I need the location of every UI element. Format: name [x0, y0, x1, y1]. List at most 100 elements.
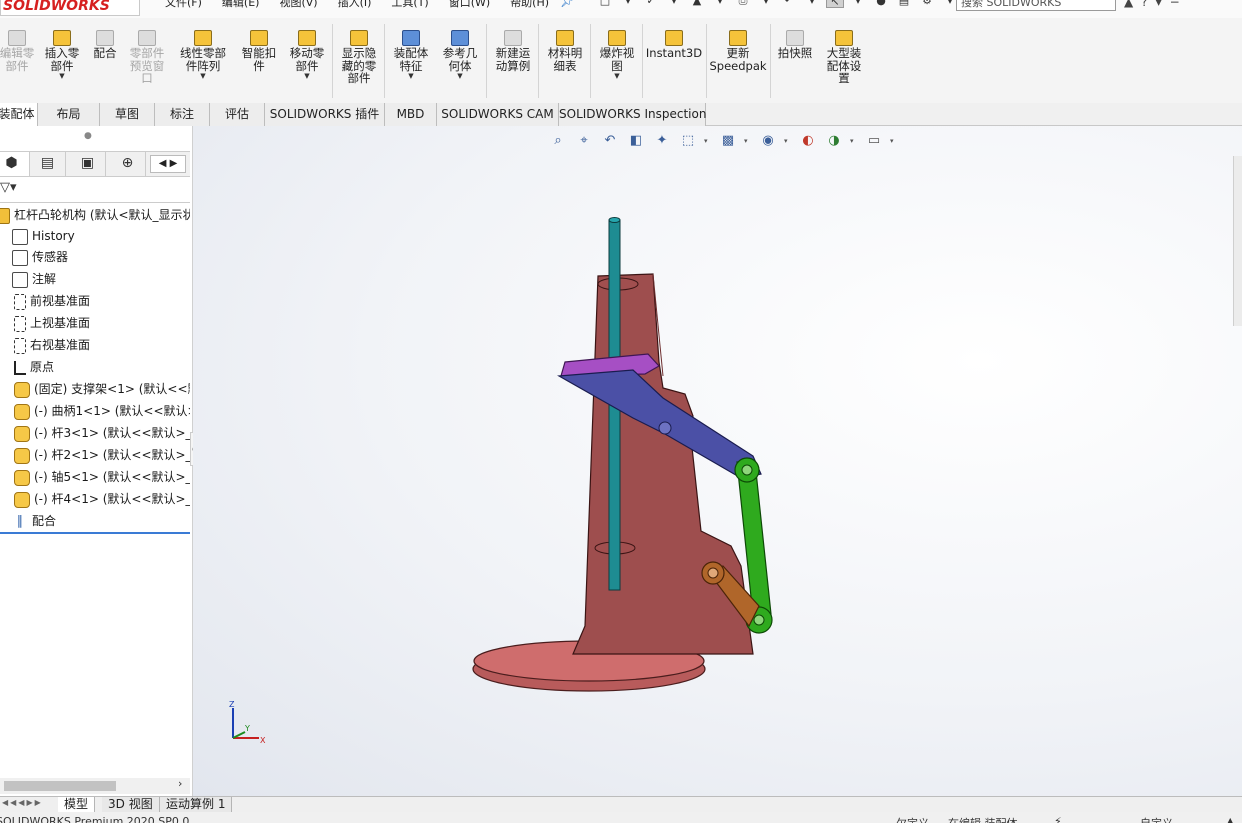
- tab-cam[interactable]: SOLIDWORKS CAM: [437, 103, 559, 126]
- tree-item-top-plane[interactable]: 上视基准面: [14, 312, 190, 334]
- rebuild-check-icon[interactable]: ✓: [642, 0, 660, 8]
- tree-item-component[interactable]: (-) 杆2<1> (默认<<默认>_显示状态 1>): [14, 444, 190, 466]
- linear-pattern-button[interactable]: 线性零部 件阵列 ▼: [172, 18, 234, 103]
- undo-icon[interactable]: ↶: [780, 0, 798, 8]
- show-hidden-components-button[interactable]: 显示隐 藏的零 部件: [336, 18, 382, 103]
- scrollbar-thumb[interactable]: [4, 781, 116, 791]
- status-units[interactable]: 自定义: [1140, 815, 1173, 823]
- menu-view[interactable]: 视图(V): [279, 0, 317, 10]
- assembly-model[interactable]: [193, 126, 1242, 796]
- solidworks-logo[interactable]: SOLIDWORKS: [0, 0, 140, 16]
- caret-down-icon[interactable]: ▼: [436, 72, 484, 81]
- tree-item-history[interactable]: History: [12, 225, 190, 247]
- gear-icon[interactable]: ⚙: [918, 0, 936, 8]
- tab-mbd[interactable]: MBD: [385, 103, 437, 126]
- caret-down-icon[interactable]: ▾: [711, 0, 729, 8]
- tab-sketch[interactable]: 草图: [100, 103, 155, 126]
- minimize-icon[interactable]: −: [1170, 0, 1180, 9]
- caret-down-icon[interactable]: ▾: [619, 0, 637, 8]
- dimxpert-manager-tab[interactable]: ⊕: [110, 152, 146, 176]
- tab-evaluate[interactable]: 评估: [210, 103, 265, 126]
- tree-item-component[interactable]: (固定) 支撑架<1> (默认<<默认>_显示状态 1>): [14, 378, 190, 400]
- options-icon[interactable]: ▲: [1226, 815, 1234, 823]
- tree-item-component[interactable]: (-) 轴5<1> (默认<<默认>_显示状态 1>): [14, 466, 190, 488]
- tab-markup[interactable]: 标注: [155, 103, 210, 126]
- tab-layout[interactable]: 布局: [38, 103, 100, 126]
- caret-down-icon[interactable]: ▼: [172, 72, 234, 81]
- instant3d-button[interactable]: Instant3D: [645, 18, 703, 103]
- tree-item-sensors[interactable]: 传感器: [12, 246, 190, 268]
- caret-down-icon[interactable]: ▾: [803, 0, 821, 8]
- speedpak-icon: [729, 30, 747, 46]
- menu-help[interactable]: 帮助(H): [510, 0, 549, 10]
- property-manager-tab[interactable]: ▤: [30, 152, 66, 176]
- move-component-button[interactable]: 移动零 部件 ▼: [284, 18, 330, 103]
- traffic-light-icon[interactable]: ▲: [688, 0, 706, 8]
- tab-scroll-arrows-icon[interactable]: ◀◀◀▶▶: [2, 798, 43, 807]
- horizontal-scrollbar[interactable]: ›: [0, 777, 190, 794]
- tree-item-component[interactable]: (-) 杆3<1> (默认<<默认>_显示状态 1>): [14, 422, 190, 444]
- edit-part-button[interactable]: 编辑零 部件: [0, 18, 38, 103]
- tab-assembly[interactable]: 装配体: [0, 103, 38, 126]
- part-icon: [14, 403, 30, 420]
- graphics-area[interactable]: ⌕ ⌖ ↶ ◧ ✦ ⬚ ▾ ▩ ▾ ◉ ▾ ◐ ◑ ▾ ▭ ▾ ◧ ◨ − ❐: [193, 126, 1242, 796]
- new-motion-study-button[interactable]: 新建运 动算例: [490, 18, 536, 103]
- caret-down-icon[interactable]: ▾: [757, 0, 775, 8]
- print-icon[interactable]: ⎙: [734, 0, 752, 8]
- new-document-icon[interactable]: □: [596, 0, 614, 8]
- rebuild-icon[interactable]: ⚡: [1054, 815, 1062, 823]
- assembly-features-button[interactable]: 装配体 特征 ▼: [388, 18, 434, 103]
- tree-item-mates[interactable]: ∥ 配合: [12, 510, 190, 532]
- caret-down-icon[interactable]: ▼: [40, 72, 84, 81]
- tree-item-component[interactable]: (-) 曲柄1<1> (默认<<默认>_显示状态 1>): [14, 400, 190, 422]
- title-bar: SOLIDWORKS 文件(F) 编辑(E) 视图(V) 插入(I) 工具(T)…: [0, 0, 1242, 18]
- tree-item-right-plane[interactable]: 右视基准面: [14, 334, 190, 356]
- search-input[interactable]: 搜索 SOLIDWORKS: [956, 0, 1116, 11]
- manager-tab-scroll[interactable]: ◀ ▶: [150, 155, 186, 173]
- tab-motion-study-1[interactable]: 运动算例 1: [160, 797, 233, 813]
- exploded-view-button[interactable]: 爆炸视 图 ▼: [594, 18, 640, 103]
- tree-item-origin[interactable]: 原点: [14, 356, 190, 378]
- tree-item-front-plane[interactable]: 前视基准面: [14, 290, 190, 312]
- paperclip-icon: ∥: [16, 513, 24, 529]
- pin-icon[interactable]: 📌︎: [560, 0, 575, 8]
- large-assembly-settings-button[interactable]: 大型装 配体设 置: [820, 18, 868, 103]
- select-cursor-icon[interactable]: ↖: [826, 0, 844, 8]
- tab-addins[interactable]: SOLIDWORKS 插件: [265, 103, 385, 126]
- caret-down-icon[interactable]: ▼: [388, 72, 434, 81]
- mate-button[interactable]: 配合: [88, 18, 122, 103]
- chevron-right-icon[interactable]: ›: [178, 777, 182, 790]
- configuration-manager-tab[interactable]: ▣: [70, 152, 106, 176]
- bill-of-materials-button[interactable]: 材料明 细表: [542, 18, 588, 103]
- filter-icon[interactable]: ▽▾: [0, 180, 17, 195]
- caret-down-icon[interactable]: ▼: [594, 72, 640, 81]
- caret-down-icon[interactable]: ▾: [1156, 0, 1162, 9]
- panel-handle-icon[interactable]: ●: [84, 131, 92, 141]
- reference-geometry-button[interactable]: 参考几 何体 ▼: [436, 18, 484, 103]
- tree-item-annotations[interactable]: 注解: [12, 268, 190, 290]
- caret-down-icon[interactable]: ▾: [849, 0, 867, 8]
- part-preview-button[interactable]: 零部件 预览窗 口: [124, 18, 170, 103]
- feature-manager-tab[interactable]: ⬢: [0, 152, 30, 176]
- smart-fasteners-button[interactable]: 智能扣 件: [236, 18, 282, 103]
- tab-3d-views[interactable]: 3D 视图: [102, 797, 160, 813]
- tree-item-component[interactable]: (-) 杆4<1> (默认<<默认>_显示状态 1>): [14, 488, 190, 510]
- file-properties-icon[interactable]: ▤: [895, 0, 913, 8]
- user-icon[interactable]: ▲: [1124, 0, 1133, 9]
- menu-tools[interactable]: 工具(T): [391, 0, 428, 10]
- menu-window[interactable]: 窗口(W): [449, 0, 490, 10]
- caret-down-icon[interactable]: ▾: [665, 0, 683, 8]
- tab-model[interactable]: 模型: [58, 797, 96, 813]
- caret-down-icon[interactable]: ▼: [284, 72, 330, 81]
- insert-part-button[interactable]: 插入零 部件 ▼: [40, 18, 84, 103]
- take-snapshot-button[interactable]: 拍快照: [773, 18, 817, 103]
- update-speedpak-button[interactable]: 更新 Speedpak: [709, 18, 767, 103]
- tab-inspection[interactable]: SOLIDWORKS Inspection: [559, 103, 706, 126]
- traffic-light-icon[interactable]: ●: [872, 0, 890, 8]
- rollback-bar[interactable]: [0, 532, 190, 534]
- help-icon[interactable]: ?: [1141, 0, 1147, 9]
- menu-insert[interactable]: 插入(I): [338, 0, 372, 10]
- tree-root-assembly[interactable]: 杠杆凸轮机构 (默认<默认_显示状态-1>): [0, 204, 190, 226]
- menu-file[interactable]: 文件(F): [165, 0, 202, 10]
- menu-edit[interactable]: 编辑(E): [222, 0, 260, 10]
